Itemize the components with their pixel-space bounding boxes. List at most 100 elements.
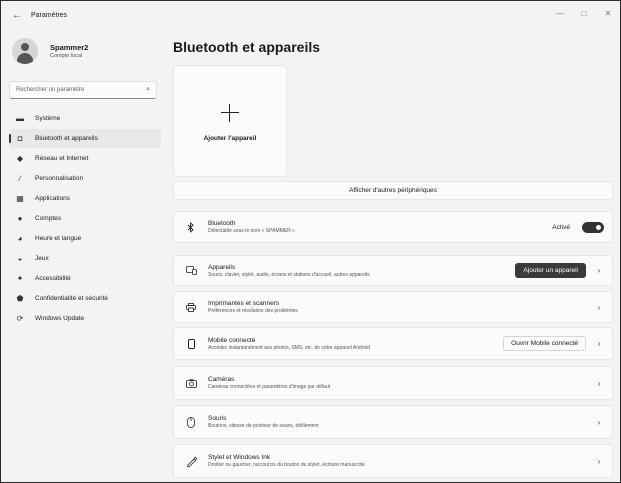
sidebar-item-label: Personnalisation [35,175,84,182]
sidebar-item-time-language[interactable]: ◕ Heure et langue [9,229,161,248]
mobile-card[interactable]: Mobile connecté Accédez instantanément a… [173,327,613,360]
mouse-text: Souris Boutons, vitesse de pointeur de s… [208,415,590,429]
search-input[interactable]: Rechercher un paramètre ⌕ [9,81,157,99]
mouse-title: Souris [208,415,227,422]
printers-text: Imprimantes et scanners Préférences et r… [208,300,590,314]
chevron-right-icon: › [597,456,601,466]
window-controls: — □ ✕ [548,1,620,25]
sidebar-item-label: Accessibilité [35,275,71,282]
sidebar-item-label: Bluetooth et appareils [35,135,98,142]
printers-subtitle: Préférences et résolution des problèmes [208,308,298,314]
devices-card[interactable]: Appareils Souris, clavier, stylet, audio… [173,255,613,286]
avatar [12,38,38,64]
main-content: Bluetooth et appareils Ajouter l'apparei… [173,29,613,482]
bluetooth-devices-icon: ◘ [17,134,23,143]
chevron-right-icon: › [597,378,601,388]
title-bar: ← Paramètres — □ ✕ [1,1,620,29]
person-icon: ● [17,214,23,223]
cameras-text: Caméras Caméras connectées et paramètres… [208,376,590,390]
bluetooth-card: Bluetooth Détectable sous le nom « SPAMM… [173,211,613,243]
chevron-right-icon: › [597,266,601,275]
profile-text: Spammer2 Compte local [50,43,88,59]
phone-icon [178,338,204,349]
more-devices-button[interactable]: Afficher d'autres périphériques [173,181,613,200]
chevron-right-icon: › [597,417,601,427]
cameras-subtitle: Caméras connectées et paramètres d'image… [208,384,331,390]
wifi-icon: ◆ [16,154,24,163]
sidebar-item-systeme[interactable]: ▬ Système [9,109,161,128]
search-icon: ⌕ [146,86,150,93]
sidebar-item-windows-update[interactable]: ⟳ Windows Update [9,309,161,328]
sidebar-item-personalization[interactable]: ∕ Personnalisation [9,169,161,188]
sidebar-item-label: Applications [35,195,71,202]
globe-clock-icon: ◕ [17,234,23,243]
settings-window: ← Paramètres — □ ✕ Spammer2 Compte local… [0,0,621,483]
sidebar: Spammer2 Compte local Rechercher un para… [9,29,161,482]
back-button[interactable]: ← [7,5,27,25]
profile-account-type: Compte local [50,53,83,59]
sidebar-item-privacy[interactable]: ⬟ Confidentialité et sécurité [9,289,161,308]
bluetooth-title: Bluetooth [208,220,236,227]
mobile-title: Mobile connecté [208,336,256,344]
sidebar-item-label: Comptes [35,215,62,222]
printers-title: Imprimantes et scanners [208,300,280,307]
sidebar-item-network[interactable]: ◆ Réseau et Internet [9,149,161,168]
update-icon: ⟳ [16,314,24,323]
mobile-subtitle: Accédez instantanément aux photos, SMS, … [208,344,371,351]
pen-subtitle: Droitier ou gaucher, raccourcis du bouto… [208,462,365,468]
user-profile[interactable]: Spammer2 Compte local [9,31,161,71]
search-placeholder: Rechercher un paramètre [16,87,85,93]
sidebar-item-label: Système [35,115,61,122]
mouse-icon [178,416,204,428]
monitor-icon: ▬ [16,114,24,123]
mobile-text: Mobile connecté Accédez instantanément a… [208,337,503,351]
sidebar-item-apps[interactable]: ▦ Applications [9,189,161,208]
avatar-body [17,53,33,64]
add-device-tile[interactable]: Ajouter l'appareil [173,65,287,177]
open-mobile-button[interactable]: Ouvrir Mobile connecté [503,336,586,351]
shield-icon: ⬟ [16,294,24,303]
cameras-title: Caméras [208,376,235,383]
printer-icon [178,302,204,312]
sidebar-item-label: Réseau et Internet [35,155,89,162]
devices-title: Appareils [208,263,236,271]
mouse-subtitle: Boutons, vitesse de pointeur de souris, … [208,423,319,429]
page-title: Bluetooth et appareils [173,39,321,55]
devices-subtitle: Souris, clavier, stylet, audio, écrans e… [208,271,370,278]
gamepad-icon: ◒ [17,254,23,263]
plus-icon [221,104,239,122]
add-device-button[interactable]: Ajouter un appareil [515,263,586,278]
sidebar-item-gaming[interactable]: ◒ Jeux [9,249,161,268]
maximize-button[interactable]: □ [572,1,596,25]
sidebar-item-accounts[interactable]: ● Comptes [9,209,161,228]
add-device-tile-label: Ajouter l'appareil [203,135,257,142]
profile-name: Spammer2 [50,43,89,52]
minimize-button[interactable]: — [548,1,572,25]
bluetooth-subtitle: Détectable sous le nom « SPAMMER » [208,228,295,234]
pen-title: Stylet et Windows Ink [208,454,271,461]
chevron-right-icon: › [597,302,601,312]
mouse-card[interactable]: Souris Boutons, vitesse de pointeur de s… [173,405,613,439]
sidebar-item-label: Jeux [35,255,49,262]
sidebar-nav: ▬ Système ◘ Bluetooth et appareils ◆ Rés… [9,109,161,328]
bluetooth-toggle[interactable] [582,221,604,233]
bluetooth-text: Bluetooth Détectable sous le nom « SPAMM… [208,220,552,234]
sidebar-item-label: Confidentialité et sécurité [35,295,108,302]
pen-text: Stylet et Windows Ink Droitier ou gauche… [208,454,590,468]
bluetooth-status: Activé [552,223,570,231]
sidebar-item-bluetooth[interactable]: ◘ Bluetooth et appareils [9,129,161,148]
printers-card[interactable]: Imprimantes et scanners Préférences et r… [173,291,613,323]
pen-card[interactable]: Stylet et Windows Ink Droitier ou gauche… [173,444,613,478]
sidebar-item-label: Heure et langue [35,235,82,242]
close-button[interactable]: ✕ [596,1,620,25]
keyboard-speaker-icon [178,266,204,275]
sidebar-item-label: Windows Update [35,315,85,322]
chevron-right-icon: › [597,339,601,348]
camera-icon [178,378,204,388]
back-arrow-icon: ← [12,9,22,21]
accessibility-icon: ✦ [16,274,24,283]
phone-shape [187,338,195,349]
sidebar-item-accessibility[interactable]: ✦ Accessibilité [9,269,161,288]
avatar-head [21,43,29,51]
cameras-card[interactable]: Caméras Caméras connectées et paramètres… [173,366,613,400]
